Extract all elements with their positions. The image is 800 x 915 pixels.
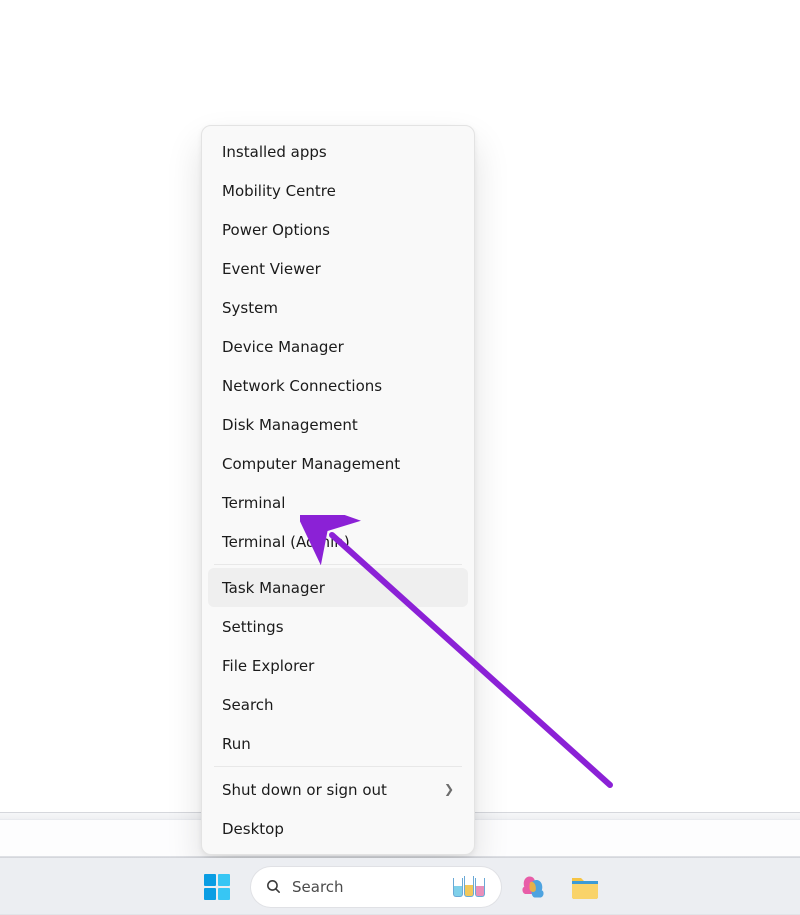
menu-item-label: Network Connections [222, 377, 382, 395]
menu-item-label: Terminal (Admin) [222, 533, 350, 551]
menu-item-task-manager[interactable]: Task Manager [208, 568, 468, 607]
chevron-right-icon: ❯ [444, 782, 454, 796]
menu-item-run[interactable]: Run [208, 724, 468, 763]
menu-item-device-manager[interactable]: Device Manager [208, 327, 468, 366]
search-placeholder-text: Search [292, 878, 443, 896]
menu-item-label: Terminal [222, 494, 285, 512]
menu-item-label: System [222, 299, 278, 317]
menu-item-computer-management[interactable]: Computer Management [208, 444, 468, 483]
file-explorer-button[interactable] [565, 867, 605, 907]
menu-item-terminal[interactable]: Terminal [208, 483, 468, 522]
menu-item-terminal-admin[interactable]: Terminal (Admin) [208, 522, 468, 561]
menu-item-label: Device Manager [222, 338, 344, 356]
folder-icon [570, 874, 600, 900]
menu-item-settings[interactable]: Settings [208, 607, 468, 646]
menu-item-label: Event Viewer [222, 260, 321, 278]
menu-item-file-explorer[interactable]: File Explorer [208, 646, 468, 685]
menu-item-shut-down-or-sign-out[interactable]: Shut down or sign out ❯ [208, 770, 468, 809]
windows-logo-icon [204, 874, 230, 900]
menu-item-label: Computer Management [222, 455, 400, 473]
menu-item-label: Settings [222, 618, 284, 636]
menu-separator [214, 766, 462, 767]
menu-item-label: Shut down or sign out [222, 781, 387, 799]
search-highlight-icon [453, 876, 485, 897]
menu-item-label: File Explorer [222, 657, 314, 675]
menu-item-system[interactable]: System [208, 288, 468, 327]
menu-item-label: Task Manager [222, 579, 325, 597]
menu-item-label: Power Options [222, 221, 330, 239]
start-button[interactable] [195, 865, 239, 909]
menu-item-network-connections[interactable]: Network Connections [208, 366, 468, 405]
taskbar-search[interactable]: Search [251, 867, 501, 907]
menu-item-label: Disk Management [222, 416, 358, 434]
menu-item-mobility-centre[interactable]: Mobility Centre [208, 171, 468, 210]
search-icon [265, 878, 282, 895]
menu-separator [214, 564, 462, 565]
copilot-button[interactable] [513, 867, 553, 907]
menu-item-installed-apps[interactable]: Installed apps [208, 132, 468, 171]
menu-item-label: Mobility Centre [222, 182, 336, 200]
menu-item-desktop[interactable]: Desktop [208, 809, 468, 848]
menu-item-disk-management[interactable]: Disk Management [208, 405, 468, 444]
menu-item-label: Installed apps [222, 143, 327, 161]
menu-item-event-viewer[interactable]: Event Viewer [208, 249, 468, 288]
menu-item-label: Search [222, 696, 274, 714]
menu-item-search[interactable]: Search [208, 685, 468, 724]
taskbar: Search [0, 858, 800, 915]
copilot-icon [519, 873, 547, 901]
menu-item-power-options[interactable]: Power Options [208, 210, 468, 249]
menu-item-label: Run [222, 735, 251, 753]
menu-item-label: Desktop [222, 820, 284, 838]
winx-context-menu: Installed apps Mobility Centre Power Optio… [201, 125, 475, 855]
